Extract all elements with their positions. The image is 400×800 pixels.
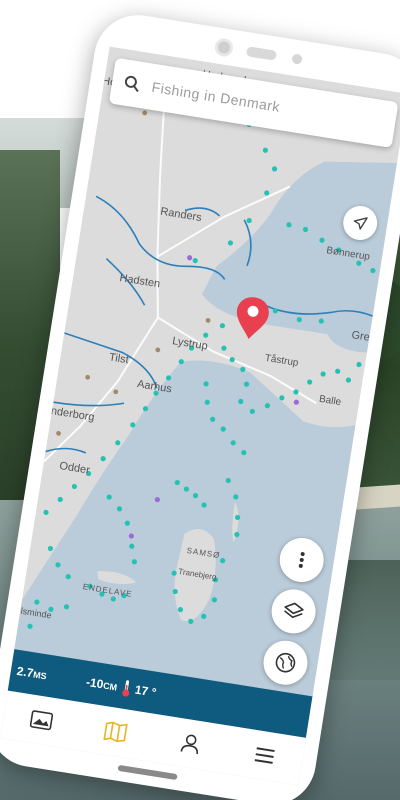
tab-menu[interactable] <box>242 733 288 779</box>
tab-map[interactable] <box>93 709 139 755</box>
tab-photos[interactable] <box>18 697 64 743</box>
hamburger-icon <box>254 747 275 764</box>
search-placeholder[interactable]: Fishing in Denmark <box>151 79 282 115</box>
water-level: -10CM <box>85 674 118 693</box>
search-icon <box>124 75 139 93</box>
navigation-arrow-icon <box>353 217 368 230</box>
image-icon <box>29 710 53 731</box>
globe-icon <box>275 652 296 673</box>
tab-profile[interactable] <box>167 721 213 767</box>
thermometer-icon <box>121 680 129 697</box>
map-icon <box>103 721 128 743</box>
wind-speed: 2.7MS <box>15 663 48 682</box>
layers-icon <box>284 602 304 619</box>
person-icon <box>180 734 198 755</box>
vertical-dots-icon <box>298 552 305 568</box>
temperature: 17 ° <box>133 682 158 700</box>
